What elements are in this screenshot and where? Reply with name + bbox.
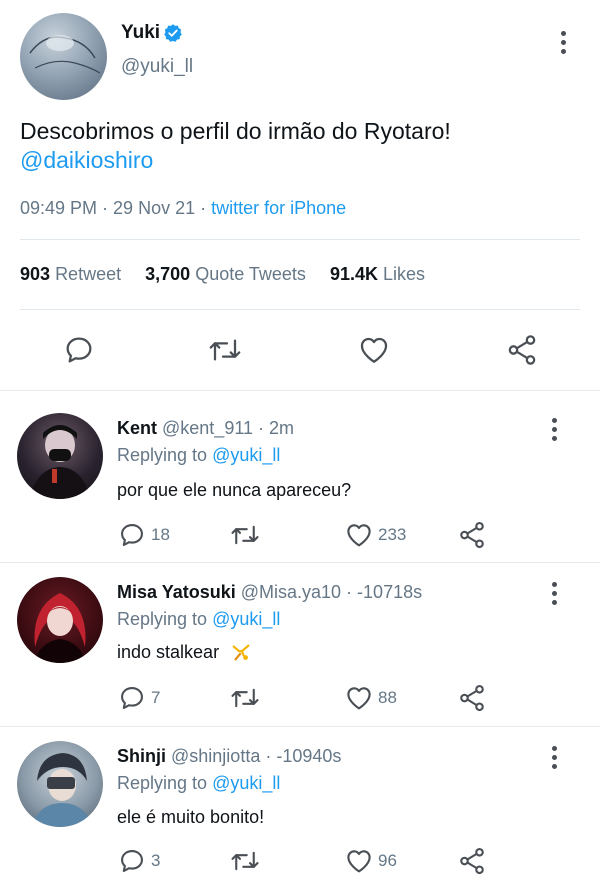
replying-to: Replying to @yuki_ll: [117, 445, 280, 466]
replying-to-link[interactable]: @yuki_ll: [212, 609, 280, 629]
share-icon[interactable]: [505, 333, 539, 367]
quotes-count: 3,700: [145, 264, 191, 284]
reply-icon[interactable]: [63, 334, 95, 366]
more-icon[interactable]: [552, 746, 558, 773]
retweet-icon[interactable]: [207, 334, 243, 366]
reply-text: indo stalkear: [117, 642, 220, 662]
reply-count: 7: [151, 688, 161, 707]
replying-to-label: Replying to: [117, 773, 208, 793]
share-icon[interactable]: [457, 520, 487, 550]
reply-handle-time: @Misa.ya10 · -10718s: [240, 582, 423, 602]
author-display-name[interactable]: Yuki: [121, 22, 160, 44]
tweet-date: 29 Nov 21: [113, 198, 196, 218]
meta-separator: ·: [195, 198, 212, 218]
reply-icon[interactable]: [118, 521, 146, 549]
replying-to-label: Replying to: [117, 609, 208, 629]
tweet-meta: 09:49 PM · 29 Nov 21 · twitter for iPhon…: [20, 198, 346, 219]
tweet-source-link[interactable]: twitter for iPhone: [211, 198, 346, 218]
reply-tweet[interactable]: Shinji @shinjiotta · -10940s Replying to…: [0, 727, 600, 893]
reply-icon[interactable]: [118, 847, 146, 875]
more-icon[interactable]: [561, 31, 567, 58]
quotes-stat[interactable]: 3,700 Quote Tweets: [145, 264, 306, 284]
author-avatar[interactable]: [20, 13, 107, 100]
tweet-time: 09:49 PM: [20, 198, 98, 218]
like-icon[interactable]: [344, 846, 374, 876]
reply-tweet[interactable]: Misa Yatosuki @Misa.ya10 · -10718s Reply…: [0, 563, 600, 726]
share-icon[interactable]: [457, 683, 487, 713]
like-icon[interactable]: [357, 333, 391, 367]
reply-icon[interactable]: [118, 684, 146, 712]
divider: [20, 239, 580, 240]
more-icon[interactable]: [552, 418, 558, 445]
reply-count: 18: [151, 525, 170, 544]
likes-stat[interactable]: 91.4K Likes: [330, 264, 425, 284]
reply-text-row: indo stalkear: [117, 642, 252, 664]
retweet-icon[interactable]: [229, 684, 261, 712]
quotes-label: Quote Tweets: [195, 264, 306, 284]
retweets-count: 903: [20, 264, 51, 284]
replying-to-link[interactable]: @yuki_ll: [212, 773, 280, 793]
reply-tweet[interactable]: Kent @kent_911 · 2m Replying to @yuki_ll…: [0, 391, 600, 562]
retweets-label: Retweet: [55, 264, 122, 284]
replying-to-label: Replying to: [117, 445, 208, 465]
reply-text: ele é muito bonito!: [117, 807, 265, 827]
share-icon[interactable]: [457, 846, 487, 876]
replying-to-link[interactable]: @yuki_ll: [212, 445, 280, 465]
divider: [20, 309, 580, 310]
tweet-text: Descobrimos o perfil do irmão do Ryotaro…: [20, 118, 451, 144]
reply-handle-time: @shinjiotta · -10940s: [171, 746, 342, 766]
more-icon[interactable]: [552, 582, 558, 609]
reply-avatar[interactable]: [17, 413, 103, 499]
main-tweet: Yuki @yuki_ll Descobrimos o perfil do ir…: [0, 0, 600, 390]
author-handle[interactable]: @yuki_ll: [121, 56, 193, 78]
retweets-stat[interactable]: 903 Retweet: [20, 264, 121, 284]
reply-header: Kent @kent_911 · 2m: [117, 418, 294, 439]
reply-avatar[interactable]: [17, 741, 103, 827]
retweet-icon[interactable]: [229, 847, 261, 875]
tweet-stats: 903 Retweet 3,700 Quote Tweets 91.4K Lik…: [20, 264, 425, 285]
reply-header: Misa Yatosuki @Misa.ya10 · -10718s: [117, 582, 422, 603]
reply-handle-time: @kent_911 · 2m: [162, 418, 295, 438]
replying-to: Replying to @yuki_ll: [117, 609, 280, 630]
like-count: 233: [378, 525, 407, 544]
reply-author-name[interactable]: Shinji: [117, 746, 166, 766]
like-count: 88: [378, 688, 397, 707]
reply-text: por que ele nunca apareceu?: [117, 480, 352, 500]
like-count: 96: [378, 851, 397, 870]
replying-to: Replying to @yuki_ll: [117, 773, 280, 794]
reply-avatar[interactable]: [17, 577, 103, 663]
retweet-icon[interactable]: [229, 521, 261, 549]
likes-count: 91.4K: [329, 264, 379, 284]
like-icon[interactable]: [344, 520, 374, 550]
reply-count: 3: [151, 851, 161, 870]
reply-header: Shinji @shinjiotta · -10940s: [117, 746, 341, 767]
cartwheel-emoji-icon: [230, 642, 252, 664]
like-icon[interactable]: [344, 683, 374, 713]
reply-author-name[interactable]: Kent: [117, 418, 157, 438]
reply-author-name[interactable]: Misa Yatosuki: [117, 582, 236, 602]
tweet-mention-link[interactable]: @daikioshiro: [20, 147, 153, 174]
verified-badge-icon: [163, 23, 183, 43]
meta-separator: ·: [97, 198, 114, 218]
likes-label: Likes: [383, 264, 426, 284]
